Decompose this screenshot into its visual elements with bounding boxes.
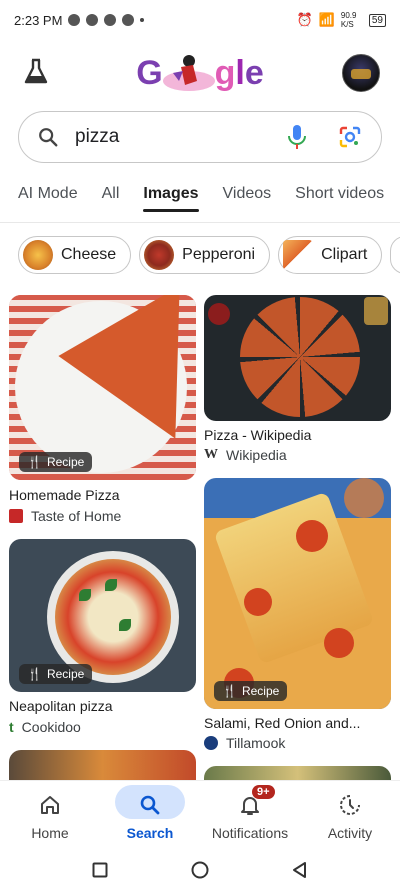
header: G gle	[0, 44, 400, 100]
nav-activity[interactable]: Activity	[300, 781, 400, 849]
result-image[interactable]: 🍴 Recipe	[204, 478, 391, 709]
chip-label: Clipart	[321, 246, 368, 263]
chip-cheese[interactable]: Cheese	[18, 236, 132, 274]
pepperoni-thumbnail	[144, 240, 175, 270]
cookidoo-icon: t	[9, 719, 14, 735]
google-doodle-logo[interactable]: G gle	[126, 50, 274, 96]
nav-notifications[interactable]: 9+ Notifications	[200, 781, 300, 849]
result-image-partial[interactable]	[204, 766, 391, 780]
account-avatar[interactable]	[342, 54, 380, 92]
clipart-thumbnail	[283, 240, 314, 270]
cheese-thumbnail	[23, 240, 53, 270]
tabs-divider	[0, 222, 400, 223]
chip-clipart[interactable]: Clipart	[278, 236, 383, 274]
result-image-partial[interactable]	[9, 750, 196, 780]
result-title[interactable]: Salami, Red Onion and...	[204, 715, 360, 731]
result-image[interactable]: 🍴 Recipe	[9, 539, 196, 692]
result-source[interactable]: t Cookidoo	[9, 719, 81, 735]
result-image[interactable]: 🍴 Recipe	[9, 295, 196, 480]
net-speed: 90.9 K/S	[340, 11, 357, 29]
recipe-badge: 🍴 Recipe	[19, 452, 93, 472]
back-icon[interactable]	[291, 861, 307, 879]
tab-videos[interactable]: Videos	[211, 175, 284, 221]
nav-home[interactable]: Home	[0, 781, 100, 849]
system-navigation-bar	[0, 848, 400, 895]
tab-images[interactable]: Images	[131, 175, 210, 221]
result-source[interactable]: Tillamook	[204, 735, 285, 751]
status-time: 2:23 PM	[14, 12, 63, 28]
search-icon	[39, 128, 58, 147]
tab-short-videos[interactable]: Short videos	[283, 175, 396, 221]
search-tabs: AI Mode All Images Videos Short videos	[0, 175, 400, 221]
refinement-chips: Cheese Pepperoni Clipart	[18, 236, 400, 274]
whatsapp-icon	[122, 14, 135, 26]
recipe-badge: 🍴 Recipe	[19, 664, 93, 684]
battery-icon: 59	[368, 13, 386, 27]
tab-ai-mode[interactable]: AI Mode	[0, 175, 90, 221]
chip-label: Pepperoni	[182, 246, 256, 263]
wikipedia-icon: W	[204, 447, 218, 462]
nav-label: Home	[31, 825, 69, 841]
chip-more[interactable]	[390, 236, 400, 274]
result-title[interactable]: Homemade Pizza	[9, 487, 120, 503]
recipe-badge: 🍴 Recipe	[214, 681, 288, 701]
nav-label: Search	[126, 825, 174, 841]
result-title[interactable]: Neapolitan pizza	[9, 698, 113, 714]
bottom-navigation: Home Search 9+ Notifications Activity	[0, 780, 400, 849]
result-image[interactable]	[204, 295, 391, 421]
more-notifications-dot	[140, 18, 145, 22]
chat-icon	[104, 14, 117, 26]
result-title[interactable]: Pizza - Wikipedia	[204, 427, 311, 443]
labs-flask-icon[interactable]	[20, 56, 52, 88]
activity-icon	[340, 795, 360, 815]
status-bar: 2:23 PM ⏰ 📶 90.9 K/S 59	[0, 0, 400, 40]
snapchat-icon	[86, 14, 99, 26]
home-icon	[41, 796, 59, 814]
search-box[interactable]: pizza	[18, 111, 382, 163]
chip-pepperoni[interactable]: Pepperoni	[139, 236, 271, 274]
nav-label: Activity	[327, 825, 373, 841]
doodle-figure-icon	[162, 55, 215, 91]
snapchat-icon	[68, 14, 81, 26]
result-source[interactable]: Taste of Home	[9, 508, 121, 524]
microphone-icon[interactable]	[287, 124, 307, 150]
tillamook-icon	[204, 736, 218, 750]
notification-badge: 9+	[252, 785, 275, 799]
home-button-icon[interactable]	[191, 861, 209, 879]
nav-label: Notifications	[211, 825, 289, 841]
recents-icon[interactable]	[92, 862, 108, 878]
google-lens-icon[interactable]	[339, 126, 361, 148]
taste-of-home-icon	[9, 509, 23, 523]
search-icon	[140, 795, 160, 815]
tab-all[interactable]: All	[90, 175, 132, 221]
result-source[interactable]: W Wikipedia	[204, 447, 287, 463]
nav-search[interactable]: Search	[100, 781, 200, 849]
search-query[interactable]: pizza	[75, 126, 119, 148]
chip-label: Cheese	[61, 246, 117, 263]
alarm-icon: ⏰	[296, 12, 313, 27]
wifi-icon: 📶	[318, 12, 335, 27]
